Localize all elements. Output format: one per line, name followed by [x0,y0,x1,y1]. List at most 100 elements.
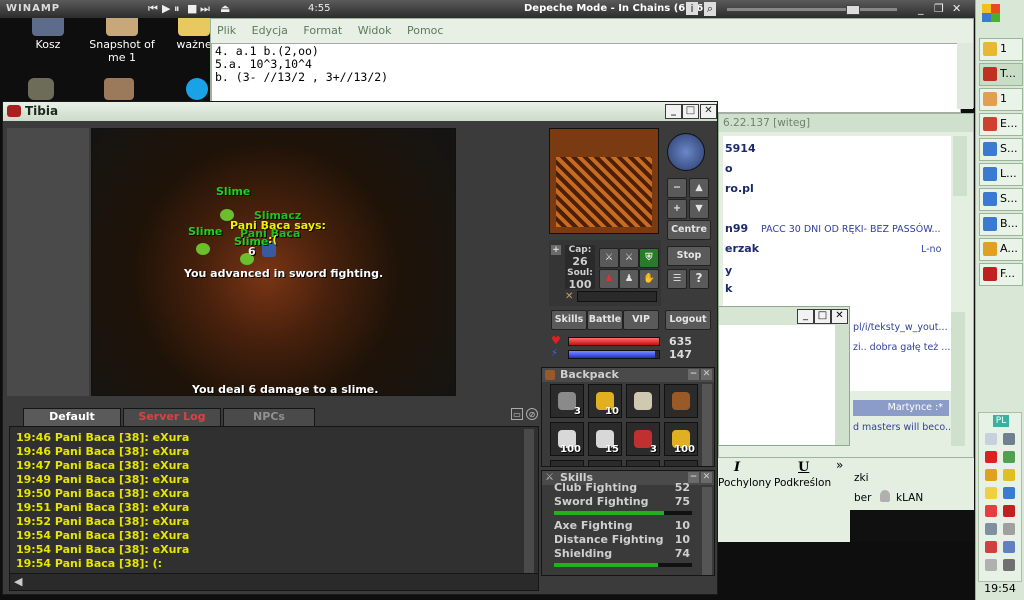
contact-name[interactable]: k [725,282,732,295]
logout-button[interactable]: Logout [665,310,711,330]
underline-icon[interactable]: U [798,460,809,475]
taskbar-item[interactable]: 1 [979,88,1023,111]
taskbar-item[interactable]: A... [979,238,1023,261]
offensive-mode-icon[interactable]: ⚔ [599,248,619,268]
chat-scrollbar[interactable] [524,429,534,575]
expand-icon[interactable]: + [551,245,561,255]
backpack-slot[interactable] [626,384,660,418]
backpack-slot[interactable]: 3 [626,422,660,456]
italic-label[interactable]: Pochylony [718,477,771,489]
zoom-out-button[interactable]: − [667,178,687,198]
tab-npcs[interactable]: NPCs [223,408,315,427]
klan-label[interactable]: kLAN [896,492,923,504]
minimap[interactable] [549,128,659,234]
ignore-icon[interactable]: ⊘ [526,408,538,420]
taskbar-item[interactable]: B... [979,213,1023,236]
backpack-slot[interactable]: 3 [664,460,698,466]
next-icon[interactable]: ⏭ [200,2,210,16]
underline-label[interactable]: Podkreślon [774,477,831,489]
previous-icon[interactable]: ⏮ [148,2,158,16]
italic-icon[interactable]: I [734,460,740,475]
close-icon[interactable]: ✕ [701,369,712,380]
backpack-slot[interactable]: 100 [550,422,584,456]
taskbar-item[interactable]: F... [979,263,1023,286]
stop-button[interactable]: Stop [667,246,711,266]
close-button[interactable]: ✕ [831,309,848,324]
disk-icon[interactable] [985,559,997,571]
backpack-slot[interactable] [588,460,622,466]
skills-scrollbar[interactable] [702,487,712,575]
floor-down-button[interactable]: ▼ [689,199,709,219]
gimp-icon[interactable] [28,78,54,100]
centre-button[interactable]: Centre [667,220,711,240]
stop-icon[interactable]: ■ [187,2,197,15]
menu-format[interactable]: Format [303,24,342,37]
secure-mode-icon[interactable]: ✋ [639,269,659,289]
folder-icon[interactable] [985,487,997,499]
usb-icon[interactable] [1003,523,1015,535]
contact-name[interactable]: y [725,264,732,277]
taskbar-item[interactable]: S... [979,138,1023,161]
minimize-icon[interactable]: − [688,369,699,380]
backpack-slot[interactable] [626,460,660,466]
vip-button[interactable]: VIP [623,310,659,330]
backpack-slot[interactable]: 10 [588,384,622,418]
skype-icon[interactable] [186,78,208,100]
menu-plik[interactable]: Plik [217,24,236,37]
balanced-mode-icon[interactable]: ⚔ [619,248,639,268]
taskbar-item[interactable]: S... [979,188,1023,211]
info-icon[interactable]: i [686,2,698,15]
monitor-icon[interactable] [985,523,997,535]
contact-name[interactable]: o [725,162,733,175]
network-icon[interactable] [985,433,997,445]
contact-name[interactable]: 5914 [725,142,756,155]
bluetooth-icon[interactable] [1003,541,1015,553]
new-channel-icon[interactable]: ▭ [511,408,523,420]
floor-up-button[interactable]: ▲ [689,178,709,198]
tool-icon[interactable] [1003,433,1015,445]
backpack-scrollbar[interactable] [702,384,712,466]
antivirus-icon[interactable] [1003,505,1015,517]
messenger-scrollbar-2[interactable] [951,312,965,446]
backpack-slot[interactable]: 3 [550,384,584,418]
backpack-slot[interactable] [664,384,698,418]
eject-icon[interactable]: ⏏ [220,2,230,15]
follow-mode-icon[interactable]: ♟ [619,269,639,289]
contact-name[interactable]: erzak [725,242,759,255]
chat-input[interactable] [32,575,536,591]
minimize-button[interactable]: _ [665,104,682,119]
zoom-in-button[interactable]: + [667,199,687,219]
volume-icon[interactable] [985,505,997,517]
clock[interactable]: 19:54 [978,582,1022,595]
taskbar-item[interactable]: L... [979,163,1023,186]
shield-icon[interactable] [985,451,997,463]
taskbar-item[interactable]: 1 [979,38,1023,61]
start-button[interactable] [982,4,1000,22]
maximize-button[interactable]: □ [682,104,699,119]
close-button[interactable]: ✕ [700,104,717,119]
winamp-close-button[interactable]: ✕ [952,2,961,15]
help-button[interactable]: ? [689,269,709,289]
compass-icon[interactable] [667,133,705,171]
menu-widok[interactable]: Widok [358,24,392,37]
contact-name[interactable]: ro.pl [725,182,754,195]
more-icon[interactable]: » [836,458,843,472]
winamp-minimize-button[interactable]: _ [918,2,924,15]
defensive-mode-icon[interactable]: ⛨ [639,248,659,268]
backpack-slot[interactable] [550,460,584,466]
speaker-icon[interactable]: ◀ [14,575,22,588]
windows-icon[interactable] [985,469,997,481]
winamp-seek-bar[interactable] [727,8,897,11]
tab-server-log[interactable]: Server Log [123,408,221,427]
pause-icon[interactable]: ⏸ [174,2,180,16]
winamp-seek-knob[interactable] [846,5,860,15]
options-icon[interactable]: ☰ [667,269,687,289]
contact-name[interactable]: n99 [725,222,748,235]
security-icon[interactable] [1003,469,1015,481]
menu-edycja[interactable]: Edycja [252,24,288,37]
slime-creature[interactable] [196,243,210,255]
backpack-slot[interactable]: 100 [664,422,698,456]
chat-subwindow-scrollbar[interactable] [835,325,849,445]
battery-icon[interactable] [1003,559,1015,571]
skills-button[interactable]: Skills [551,310,587,330]
